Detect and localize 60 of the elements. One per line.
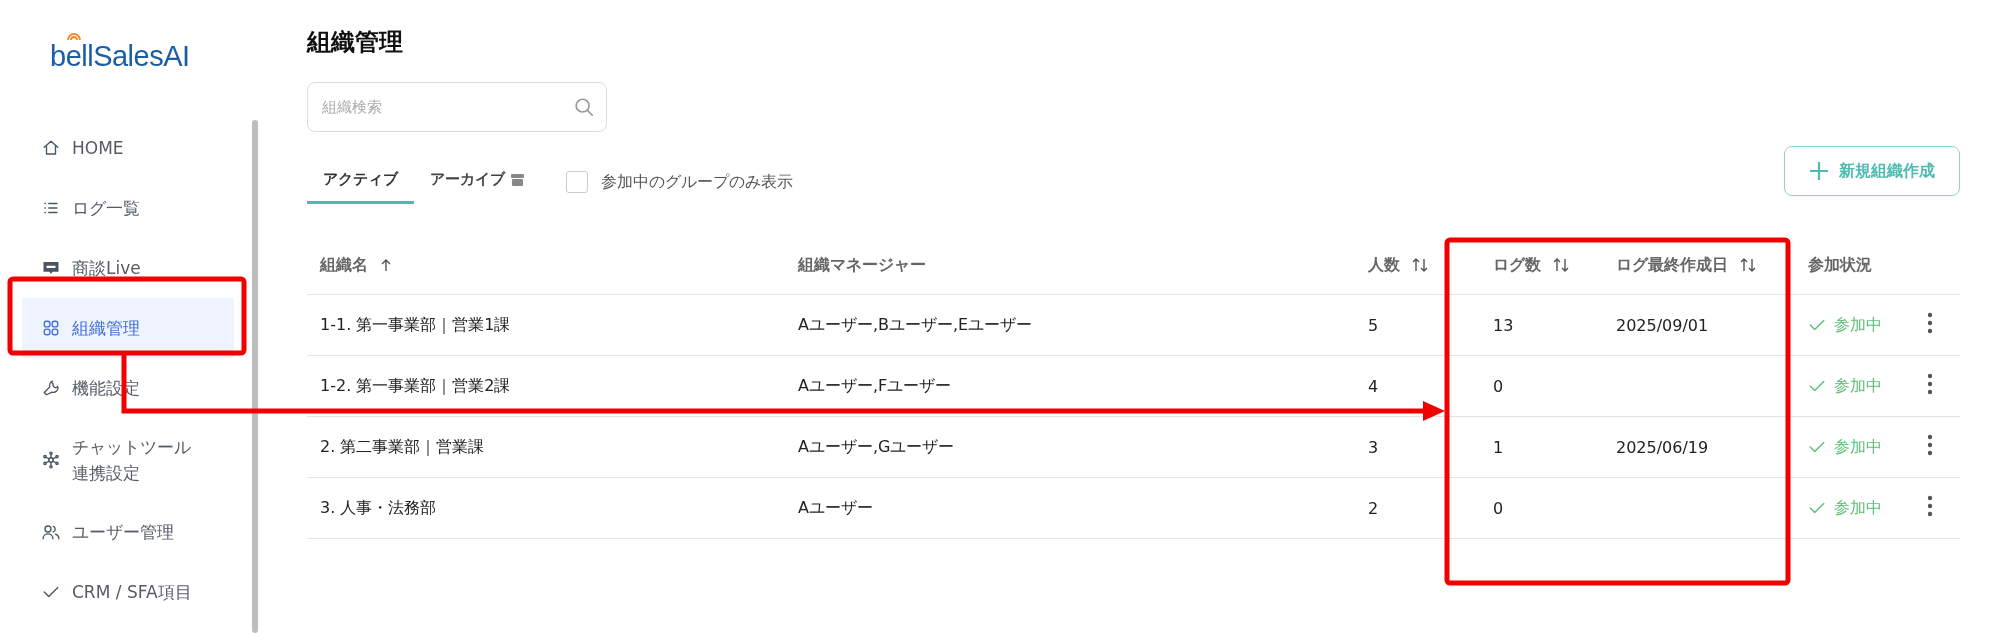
tab[interactable]: アーカイブ (414, 160, 540, 204)
grid-icon (42, 319, 60, 337)
table-cell-text: Aユーザー,Fユーザー (797, 375, 953, 397)
sidebar-item[interactable]: ログ一覧 (22, 178, 234, 238)
table-cell-text: 4 (1367, 376, 1380, 396)
status-label: 参加中 (1834, 436, 1882, 458)
checkbox-label: 参加中のグループのみ表示 (601, 171, 793, 193)
sidebar-item[interactable]: 商談Live (22, 238, 234, 298)
column-header: 組織名 (320, 254, 368, 276)
table-cell-text: Aユーザー,Gユーザー (797, 436, 956, 458)
sidebar-item[interactable]: HOME (22, 118, 234, 178)
table-cell-text: 1 (1492, 437, 1505, 457)
page-title: 組織管理 (307, 27, 404, 58)
table-cell-text: 2025/09/01 (1615, 315, 1710, 335)
status-label: 参加中 (1834, 497, 1882, 519)
table-cell-text: 0 (1492, 376, 1505, 396)
tab[interactable]: アクティブ (307, 160, 414, 204)
sidebar-item[interactable]: ユーザー管理 (22, 502, 234, 562)
home-icon (42, 139, 60, 157)
table-cell-text: 5 (1367, 315, 1380, 335)
network-icon (42, 451, 60, 469)
table-cell-text: 3 (1367, 437, 1380, 457)
table-cell-text: Aユーザー,Bユーザー,Eユーザー (797, 314, 1034, 336)
column-header: 人数 (1368, 254, 1400, 276)
sort-icon[interactable] (1553, 258, 1569, 272)
more-icon[interactable] (1927, 495, 1933, 517)
status-label: 参加中 (1834, 375, 1882, 397)
archive-icon (511, 173, 524, 186)
column-header: 参加状況 (1808, 254, 1872, 276)
column-header: 組織マネージャー (798, 254, 926, 276)
table-cell-text: 2. 第二事業部｜営業課 (319, 436, 486, 458)
wrench-icon (42, 379, 60, 397)
plus-icon (1809, 161, 1829, 181)
sidebar-item[interactable]: チャットツール連携設定 (22, 418, 234, 502)
sort-icon[interactable] (1412, 258, 1428, 272)
sort-up-icon[interactable] (380, 258, 392, 272)
sidebar-item[interactable]: CRM / SFA項目 (22, 562, 234, 622)
table-cell-text: 1-1. 第一事業部｜営業1課 (319, 314, 512, 336)
more-icon[interactable] (1927, 434, 1933, 456)
signal-icon (66, 31, 82, 41)
search-field[interactable]: 組織検索 (307, 82, 607, 132)
search-icon (573, 96, 595, 118)
table-cell-text: Aユーザー (797, 497, 874, 519)
table-cell-text: 0 (1492, 498, 1505, 518)
users-icon (42, 523, 60, 541)
more-icon[interactable] (1927, 312, 1933, 334)
table-cell-text: 2025/06/19 (1615, 437, 1710, 457)
status-label: 参加中 (1834, 314, 1882, 336)
table-cell-text: 2 (1367, 498, 1380, 518)
scrollbar[interactable] (252, 120, 258, 633)
table-cell-text: 3. 人事・法務部 (319, 497, 438, 519)
table-cell-text: 13 (1492, 315, 1515, 335)
sidebar-item[interactable]: 組織管理 (22, 298, 234, 358)
table-cell-text: 1-2. 第一事業部｜営業2課 (319, 375, 512, 397)
checkbox[interactable] (566, 171, 588, 193)
column-header: ログ最終作成日 (1616, 254, 1728, 276)
logo: bellSalesAI (50, 42, 190, 71)
sort-icon[interactable] (1740, 258, 1756, 272)
more-icon[interactable] (1927, 373, 1933, 395)
column-header: ログ数 (1493, 254, 1541, 276)
